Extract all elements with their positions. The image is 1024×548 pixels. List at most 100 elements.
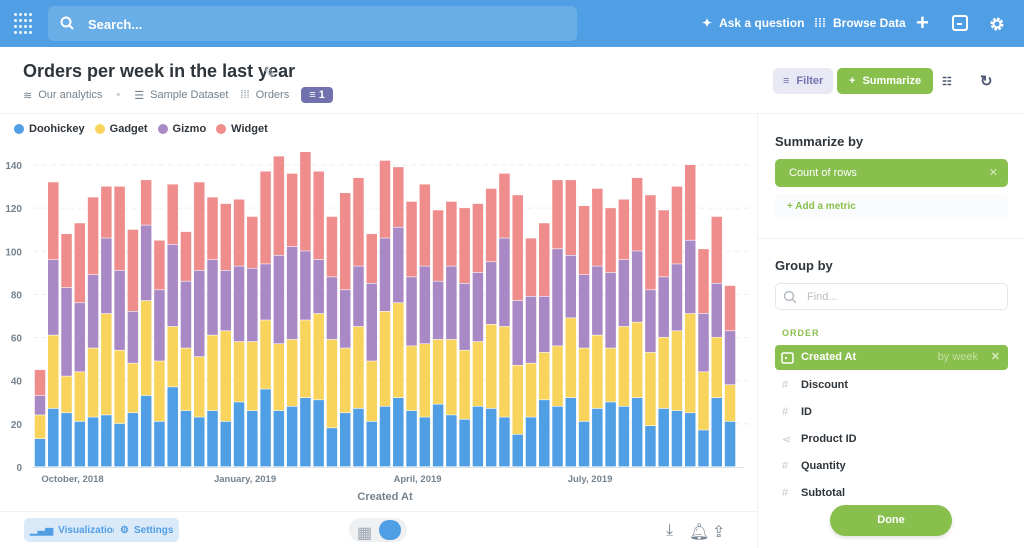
filter-count: 1 — [318, 89, 325, 101]
bar-segment-gizmo — [565, 255, 577, 318]
settings-label: Settings — [133, 524, 174, 536]
bar-segment-gizmo — [432, 281, 444, 340]
bar-segment-gizmo — [286, 246, 298, 340]
bell-icon[interactable]: 🔔︎ — [689, 522, 709, 542]
bar-segment-doohickey — [74, 421, 86, 467]
bar-segment-doohickey — [300, 397, 311, 467]
legend-item[interactable]: Widget — [216, 123, 268, 135]
filter-button[interactable]: ≡ Filter — [773, 68, 834, 94]
notebook-icon[interactable]: ☷ — [932, 68, 962, 94]
close-icon[interactable]: ✕ — [989, 166, 998, 179]
bar-segment-doohickey — [140, 395, 152, 467]
field-item[interactable]: # Subtotal — [782, 487, 845, 499]
bar-segment-gizmo — [48, 259, 59, 335]
bar-segment-gadget — [154, 361, 165, 422]
bar-segment-doohickey — [432, 404, 444, 467]
gear-icon[interactable] — [989, 16, 1005, 32]
legend-item[interactable]: Gizmo — [157, 123, 207, 135]
bar-segment-gadget — [446, 339, 457, 415]
share-icon[interactable]: ⇪ — [712, 522, 725, 542]
search-input[interactable]: Search... — [48, 6, 577, 41]
bar-segment-doohickey — [313, 400, 324, 467]
bar-segment-gizmo — [233, 266, 245, 342]
bar-segment-doohickey — [698, 430, 709, 467]
bar-segment-gadget — [645, 352, 656, 426]
bar-segment-gizmo — [393, 227, 404, 303]
summarize-button[interactable]: + Summarize — [837, 68, 934, 94]
bar-segment-gizmo — [220, 270, 232, 331]
settings-button[interactable]: ⚙ Settings — [114, 518, 180, 542]
legend-dot-icon — [14, 124, 24, 134]
selected-dimension[interactable]: Created At by week ✕ — [775, 345, 1008, 370]
refresh-icon[interactable]: ↻ — [970, 68, 1003, 94]
bar-segment-widget — [645, 195, 656, 290]
bar-segment-gizmo — [326, 277, 338, 340]
breadcrumb-table[interactable]: Orders — [256, 89, 290, 101]
table-view-icon[interactable]: ▦ — [357, 523, 372, 543]
done-button[interactable]: Done — [830, 505, 952, 536]
field-item[interactable]: # Quantity — [782, 460, 846, 472]
bar-segment-gadget — [326, 339, 338, 428]
bar-segment-gadget — [313, 313, 324, 400]
metric-label: Count of rows — [789, 167, 857, 179]
metric-pill[interactable]: Count of rows ✕ — [775, 159, 1008, 187]
collection-icon: ≋ — [23, 89, 33, 102]
bar-segment-doohickey — [485, 408, 497, 467]
bar-segment-widget — [605, 208, 616, 273]
field-item[interactable]: # Discount — [782, 379, 848, 391]
add-metric-button[interactable]: + Add a metric — [775, 194, 1008, 220]
bar-segment-gadget — [539, 352, 550, 400]
question-title: Orders per week in the last year — [23, 61, 296, 81]
breadcrumb-collection[interactable]: Our analytics — [38, 89, 102, 101]
bar-segment-doohickey — [339, 413, 351, 467]
y-tick-label: 120 — [5, 204, 22, 215]
bar-segment-gizmo — [419, 266, 431, 344]
bar-segment-gadget — [300, 320, 311, 398]
view-toggle[interactable]: ▦ — [349, 518, 407, 542]
bar-segment-widget — [180, 231, 192, 281]
footer-bar: ▁▃▅ Visualization ⚙ Settings ▦ ⤓ 🔔︎ ⇪ — [0, 511, 757, 548]
filter-icon: ≡ — [783, 75, 790, 87]
bar-segment-doohickey — [34, 438, 46, 467]
bar-segment-doohickey — [247, 410, 258, 467]
bucket-selector[interactable]: by week — [938, 351, 978, 363]
bar-segment-widget — [552, 180, 563, 249]
legend-label: Gizmo — [172, 123, 207, 135]
pencil-icon[interactable]: ✎ — [263, 63, 276, 83]
bar-segment-widget — [512, 195, 523, 301]
legend-item[interactable]: Gadget — [94, 123, 148, 135]
bar-segment-gizmo — [114, 270, 125, 350]
bar-segment-gadget — [180, 348, 192, 411]
plus-icon[interactable]: + — [916, 10, 929, 36]
field-item[interactable]: ⋖ Product ID — [782, 433, 857, 446]
metabase-logo-icon[interactable] — [14, 13, 34, 35]
bar-segment-gadget — [512, 365, 523, 435]
download-icon[interactable]: ⤓ — [666, 522, 673, 540]
bar-segment-doohickey — [167, 387, 178, 467]
bar-segment-widget — [220, 203, 232, 271]
chart-view-icon[interactable] — [379, 520, 401, 540]
bar-chart-icon: ▁▃▅ — [30, 524, 54, 536]
bar-segment-doohickey — [101, 415, 112, 467]
bar-segment-doohickey — [684, 413, 696, 467]
ask-question-button[interactable]: ✦ Ask a question — [702, 16, 804, 30]
field-item[interactable]: # ID — [782, 406, 812, 418]
find-input[interactable]: Find... — [775, 283, 1008, 310]
summarize-label: Summarize — [862, 75, 922, 87]
bar-segment-gizmo — [74, 303, 86, 372]
visualization-button[interactable]: ▁▃▅ Visualization — [24, 518, 126, 542]
close-icon[interactable]: ✕ — [991, 350, 1000, 363]
legend-item[interactable]: Doohickey — [14, 123, 85, 135]
bar-segment-doohickey — [446, 415, 457, 467]
breadcrumb-database[interactable]: Sample Dataset — [150, 89, 228, 101]
bar-segment-gadget — [193, 356, 205, 417]
bar-segment-gadget — [618, 326, 630, 406]
browse-data-button[interactable]: ⁞⁞⁞ Browse Data — [814, 16, 906, 30]
bar-segment-gadget — [101, 313, 112, 415]
filter-count-badge[interactable]: ≡ 1 — [301, 87, 333, 103]
terminal-icon[interactable] — [952, 15, 968, 31]
bar-segment-doohickey — [127, 413, 139, 467]
bar-segment-doohickey — [154, 421, 165, 467]
bar-segment-gadget — [74, 372, 86, 422]
bar-segment-gadget — [459, 350, 470, 419]
